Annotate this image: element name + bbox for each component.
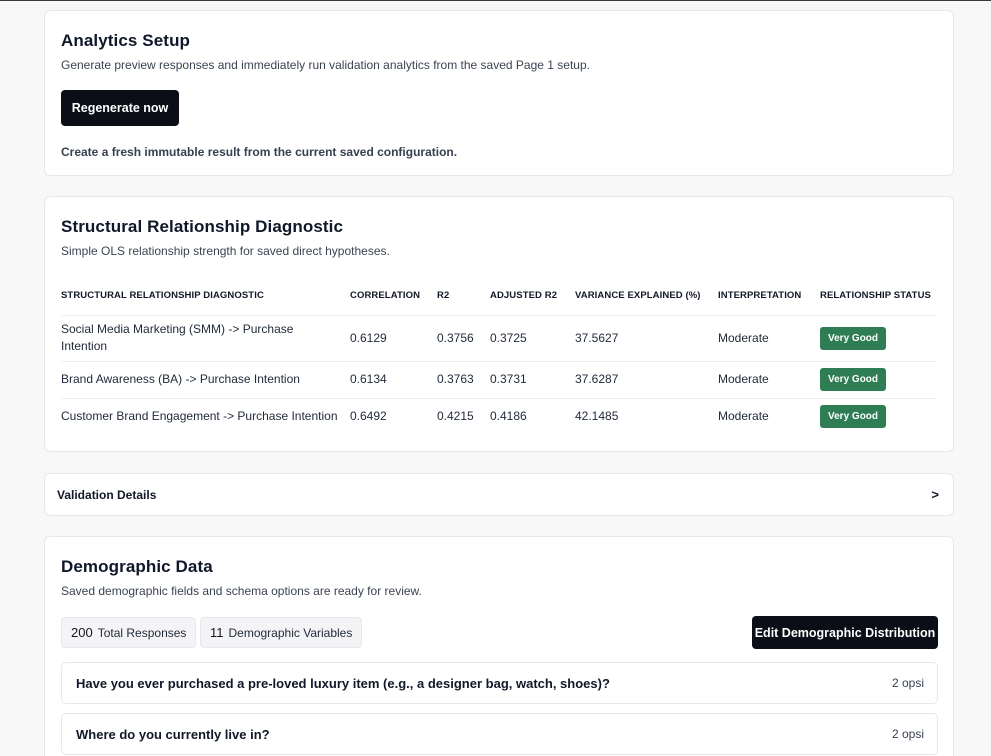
table-row: Customer Brand Engagement -> Purchase In… xyxy=(61,398,937,435)
analytics-setup-title: Analytics Setup xyxy=(61,31,191,50)
column-header: CORRELATION xyxy=(350,277,437,316)
column-header: R2 xyxy=(437,277,490,316)
interpretation-cell: Moderate xyxy=(718,361,820,399)
correlation-cell: 0.6492 xyxy=(350,409,387,424)
option-count: 2 opsi xyxy=(891,676,924,690)
structural-diagnostic-card: Structural Relationship Diagnostic Simpl… xyxy=(44,196,954,452)
interpretation-cell: Moderate xyxy=(718,315,820,362)
column-header: RELATIONSHIP STATUS xyxy=(820,277,937,316)
question-text: Where do you currently live in? xyxy=(76,727,270,742)
demographic-data-card: Demographic Data Saved demographic field… xyxy=(44,536,954,756)
demographic-variables-value: 11 xyxy=(210,625,224,640)
r2-cell: 0.3756 xyxy=(437,315,490,362)
demographic-data-title: Demographic Data xyxy=(61,557,213,576)
table-row: Brand Awareness (BA) -> Purchase Intenti… xyxy=(61,361,937,399)
status-cell: Very Good xyxy=(820,361,937,399)
demographic-variables-stat: 11 Demographic Variables xyxy=(200,617,363,648)
relationship-cell: Social Media Marketing (SMM) -> Purchase… xyxy=(61,315,350,362)
demographic-variables-label: Demographic Variables xyxy=(228,625,353,640)
table-row: Social Media Marketing (SMM) -> Purchase… xyxy=(61,315,937,362)
status-badge: Very Good xyxy=(820,368,887,391)
validation-details-label: Validation Details xyxy=(57,488,157,502)
relationship-cell: Brand Awareness (BA) -> Purchase Intenti… xyxy=(61,361,350,399)
top-border xyxy=(0,0,991,1)
column-header: ADJUSTED R2 xyxy=(490,277,575,316)
status-cell: Very Good xyxy=(820,315,937,362)
status-badge: Very Good xyxy=(820,405,887,429)
total-responses-stat: 200 Total Responses xyxy=(61,617,197,648)
list-item[interactable]: Where do you currently live in? 2 opsi xyxy=(61,713,938,755)
regenerate-now-button[interactable]: Regenerate now xyxy=(61,90,179,126)
column-header: STRUCTURAL RELATIONSHIP DIAGNOSTIC xyxy=(61,277,350,316)
column-header: INTERPRETATION xyxy=(718,277,820,316)
list-item[interactable]: Have you ever purchased a pre-loved luxu… xyxy=(61,662,938,704)
analytics-setup-subtitle: Generate preview responses and immediate… xyxy=(61,58,590,72)
total-responses-label: Total Responses xyxy=(97,625,187,640)
status-badge: Very Good xyxy=(820,326,887,350)
column-header: VARIANCE EXPLAINED (%) xyxy=(575,277,718,316)
adjusted-r2-cell: 0.3731 xyxy=(490,361,575,399)
correlation-cell: 0.6134 xyxy=(350,361,437,399)
r2-cell: 0.3763 xyxy=(437,361,490,399)
analytics-setup-card: Analytics Setup Generate preview respons… xyxy=(44,10,954,176)
structural-diagnostic-table: STRUCTURAL RELATIONSHIP DIAGNOSTIC CORRE… xyxy=(61,277,937,435)
edit-demographic-distribution-button[interactable]: Edit Demographic Distribution xyxy=(752,616,938,649)
variance-explained-cell: 37.5627 xyxy=(575,315,718,362)
variance-explained-cell: 37.6287 xyxy=(575,361,718,399)
variance-explained-cell: 42.1485 xyxy=(575,409,619,424)
table-header-row: STRUCTURAL RELATIONSHIP DIAGNOSTIC CORRE… xyxy=(61,277,937,316)
total-responses-value: 200 xyxy=(71,625,93,640)
correlation-cell: 0.6129 xyxy=(350,315,437,362)
status-cell: Very Good xyxy=(820,398,937,435)
adjusted-r2-cell: 0.3725 xyxy=(490,315,575,362)
chevron-right-icon: > xyxy=(931,487,939,502)
demographic-data-subtitle: Saved demographic fields and schema opti… xyxy=(61,584,422,598)
structural-diagnostic-subtitle: Simple OLS relationship strength for sav… xyxy=(61,244,390,258)
relationship-cell: Customer Brand Engagement -> Purchase In… xyxy=(61,409,338,424)
question-text: Have you ever purchased a pre-loved luxu… xyxy=(76,676,610,691)
validation-details-toggle[interactable]: Validation Details > xyxy=(44,473,954,516)
structural-diagnostic-title: Structural Relationship Diagnostic xyxy=(61,217,344,236)
r2-cell: 0.4215 xyxy=(437,409,474,424)
adjusted-r2-cell: 0.4186 xyxy=(490,409,527,424)
option-count: 2 opsi xyxy=(891,727,924,741)
regenerate-note: Create a fresh immutable result from the… xyxy=(61,145,458,159)
interpretation-cell: Moderate xyxy=(718,409,769,424)
